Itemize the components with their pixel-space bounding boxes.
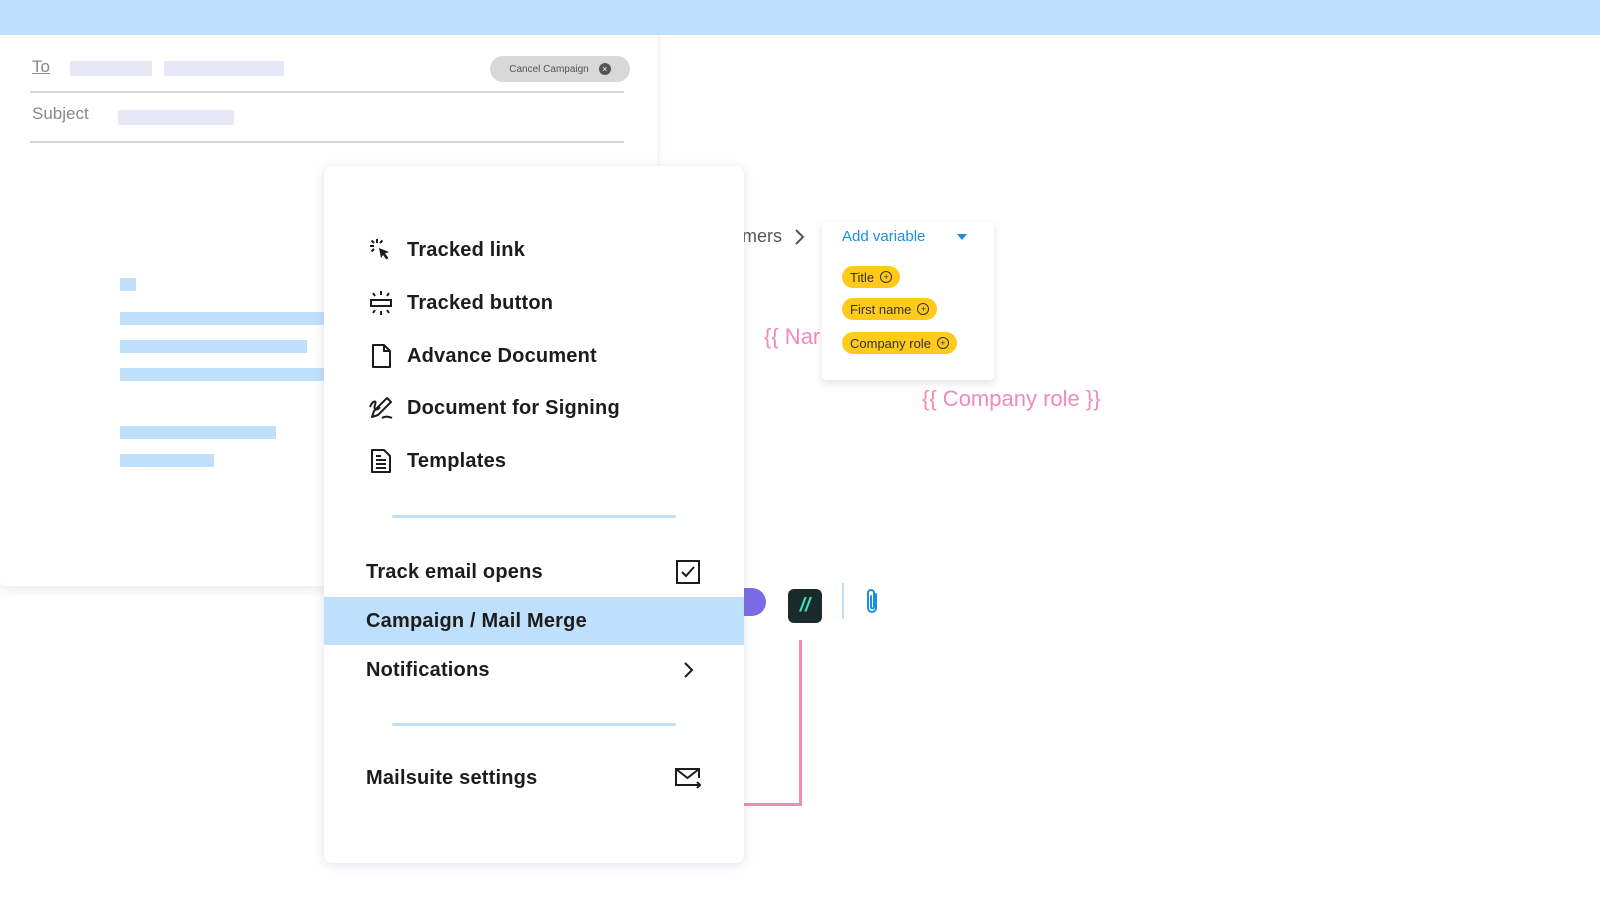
- close-icon: ×: [598, 63, 611, 75]
- body-variable-name: {{ Nar: [764, 324, 821, 349]
- recipient-placeholder: [164, 61, 284, 76]
- tracked-button-icon: [370, 291, 392, 315]
- menu-item-mailsuite-settings[interactable]: Mailsuite settings: [324, 754, 744, 802]
- menu-divider: [392, 515, 676, 518]
- plus-icon: +: [880, 271, 893, 283]
- compose-header: [0, 0, 1600, 35]
- template-icon: [371, 449, 391, 473]
- checkbox-checked-icon[interactable]: [674, 558, 702, 586]
- mailsuite-menu: Tracked link Tracked button Advance Docu…: [324, 166, 744, 863]
- menu-divider: [392, 723, 676, 726]
- menu-item-document-for-signing[interactable]: Document for Signing: [324, 384, 744, 432]
- subject-placeholder: [118, 110, 234, 125]
- subject-label: Subject: [32, 104, 89, 123]
- body-line: [120, 426, 276, 439]
- recipient-placeholder: [70, 61, 152, 76]
- caret-down-icon[interactable]: [957, 234, 967, 240]
- chevron-right-icon: [684, 662, 694, 678]
- body-line: [120, 278, 136, 291]
- menu-item-track-email-opens[interactable]: Track email opens: [324, 548, 744, 596]
- menu-item-campaign-mail-merge[interactable]: Campaign / Mail Merge: [324, 597, 744, 645]
- to-label: To: [32, 57, 50, 76]
- menu-item-tracked-link[interactable]: Tracked link: [324, 226, 744, 274]
- menu-item-advance-document[interactable]: Advance Document: [324, 332, 744, 380]
- variable-chip-title[interactable]: Title +: [842, 266, 901, 288]
- cursor-click-icon: [370, 239, 389, 260]
- plus-icon: +: [917, 303, 930, 315]
- variable-chip-first-name[interactable]: First name +: [842, 298, 938, 320]
- signature-icon: [369, 397, 393, 419]
- body-line: [120, 340, 307, 353]
- toolbar-divider: [842, 583, 844, 619]
- subject-divider: [30, 141, 624, 143]
- breadcrumb-tail: mers: [742, 226, 782, 246]
- body-variable-company-role: {{ Company role }}: [922, 386, 1101, 411]
- cancel-campaign-label: Cancel Campaign: [509, 63, 589, 75]
- chevron-right-icon: [795, 229, 805, 245]
- document-icon: [372, 344, 391, 368]
- connector-line: [740, 640, 802, 806]
- body-line: [120, 454, 214, 467]
- paperclip-icon[interactable]: [862, 588, 882, 616]
- to-divider: [30, 91, 624, 93]
- menu-item-tracked-button[interactable]: Tracked button: [324, 279, 744, 327]
- add-variable-button[interactable]: Add variable: [842, 228, 925, 245]
- plus-icon: +: [936, 337, 949, 349]
- menu-item-notifications[interactable]: Notifications: [324, 646, 744, 694]
- mail-settings-icon: [675, 768, 702, 789]
- cancel-campaign-button[interactable]: Cancel Campaign ×: [490, 56, 630, 82]
- variable-chip-company-role[interactable]: Company role +: [842, 332, 957, 354]
- menu-item-templates[interactable]: Templates: [324, 437, 744, 485]
- mailsuite-logo-icon[interactable]: //: [788, 589, 822, 623]
